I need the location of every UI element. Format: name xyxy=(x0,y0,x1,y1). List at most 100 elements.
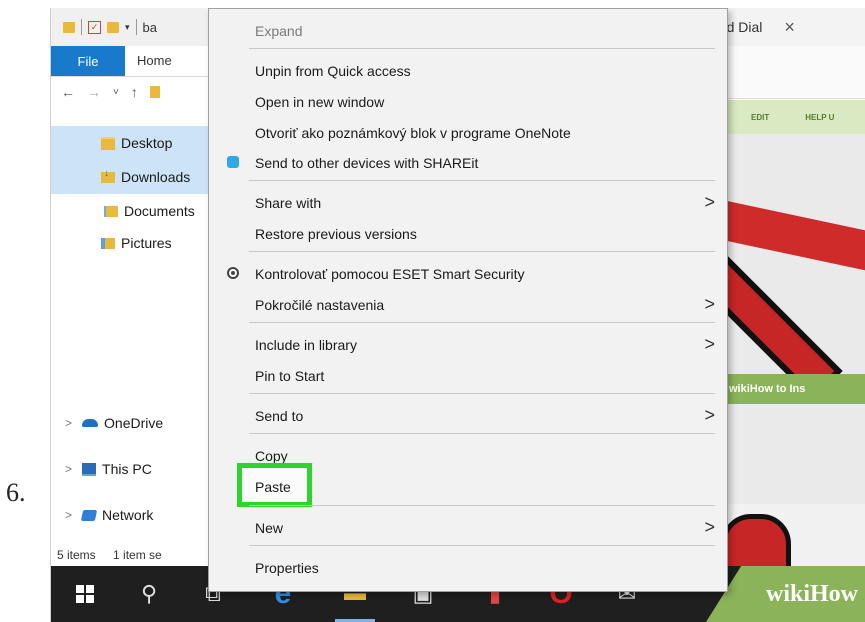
network-icon xyxy=(80,509,98,521)
wikihow-banner: wikiHow to Ins xyxy=(721,374,865,404)
menu-item-include-library[interactable]: Include in library > xyxy=(209,329,727,360)
eset-icon xyxy=(227,267,239,279)
chevron-right-icon: > xyxy=(704,517,715,537)
expand-chevron-icon[interactable]: > xyxy=(65,508,72,522)
nav-item-label: Network xyxy=(102,507,154,523)
folder-icon xyxy=(149,86,160,98)
menu-item-eset-scan[interactable]: Kontrolovať pomocou ESET Smart Security xyxy=(209,258,727,289)
menu-item-open-new-window[interactable]: Open in new window xyxy=(209,86,727,117)
nav-item-pictures[interactable]: Pictures xyxy=(51,226,221,260)
illustration-shape xyxy=(711,504,865,566)
menu-item-properties[interactable]: Properties xyxy=(209,552,727,583)
search-icon[interactable]: ⚲ xyxy=(129,566,169,622)
close-tab-icon[interactable]: × xyxy=(784,17,795,38)
selection-count: 1 item se xyxy=(113,548,162,562)
wikihow-logo: wikiHow xyxy=(706,566,865,622)
file-explorer-window: ✓ ▾ ba File Home ← → ˅ ↑ Desktop Downloa… xyxy=(51,8,221,566)
menu-separator xyxy=(249,180,715,181)
back-arrow-icon[interactable]: ← xyxy=(61,84,75,100)
menu-item-advanced-settings[interactable]: Pokročilé nastavenia > xyxy=(209,289,727,320)
browser-tab[interactable]: eed Dial × xyxy=(711,8,865,46)
computer-icon xyxy=(82,462,97,476)
menu-item-label: Send to xyxy=(255,407,304,424)
menu-separator xyxy=(249,251,715,252)
tab-file[interactable]: File xyxy=(51,46,125,76)
windows-logo-icon xyxy=(76,585,94,603)
menu-item-label: Share with xyxy=(255,194,322,211)
page-illustration: wikiHow to Ins xyxy=(711,134,865,566)
menu-item-share-with[interactable]: Share with > xyxy=(209,187,727,218)
status-bar: 5 items 1 item se xyxy=(51,548,221,566)
chevron-right-icon: > xyxy=(704,334,715,354)
nav-item-label: Pictures xyxy=(121,235,172,251)
menu-item-paste[interactable]: Paste xyxy=(209,471,727,502)
illustration-shape xyxy=(711,197,865,271)
menu-separator xyxy=(249,393,715,394)
navigation-pane: Desktop Downloads Documents Pictures > O… xyxy=(51,108,221,548)
nav-item-this-pc[interactable]: > This PC xyxy=(51,452,221,486)
desktop-screenshot: ✓ ▾ ba File Home ← → ˅ ↑ Desktop Downloa… xyxy=(50,8,865,622)
start-button[interactable] xyxy=(65,566,105,622)
menu-item-onenote[interactable]: Otvoriť ako poznámkový blok v programe O… xyxy=(209,117,727,148)
nav-item-label: OneDrive xyxy=(104,415,164,431)
menu-item-send-to[interactable]: Send to > xyxy=(209,400,727,431)
nav-item-onedrive[interactable]: > OneDrive xyxy=(51,406,221,440)
desktop-folder-icon xyxy=(101,136,115,150)
onedrive-cloud-icon xyxy=(82,419,99,427)
menu-separator xyxy=(249,545,715,546)
downloads-folder-icon xyxy=(101,168,115,183)
nav-item-desktop[interactable]: Desktop xyxy=(51,126,221,160)
menu-item-label: Include in library xyxy=(255,336,357,353)
step-number: 6. xyxy=(6,478,26,507)
nav-item-label: Desktop xyxy=(121,135,173,151)
menu-separator xyxy=(249,322,715,323)
chevron-right-icon: > xyxy=(704,405,715,425)
menu-item-expand[interactable]: Expand xyxy=(209,15,727,46)
shareit-icon xyxy=(227,156,239,168)
address-bar: ← → ˅ ↑ xyxy=(51,77,221,107)
nav-item-downloads[interactable]: Downloads xyxy=(51,160,221,194)
folder-icon[interactable] xyxy=(63,21,75,33)
forward-arrow-icon[interactable]: → xyxy=(87,84,101,100)
window-title: ba xyxy=(142,19,157,35)
new-folder-icon[interactable] xyxy=(107,21,119,33)
toolbar-divider xyxy=(135,19,137,35)
nav-item-documents[interactable]: Documents xyxy=(51,194,221,228)
menu-separator xyxy=(249,433,715,434)
nav-item-label: This PC xyxy=(102,461,152,477)
menu-item-unpin[interactable]: Unpin from Quick access xyxy=(209,55,727,86)
browser-window: eed Dial × EDIT HELP U wikiHow to Ins xyxy=(711,8,865,566)
nav-item-label: Downloads xyxy=(121,169,191,185)
properties-check-icon[interactable]: ✓ xyxy=(88,20,101,34)
chevron-right-icon: > xyxy=(704,192,715,212)
site-menu-help[interactable]: HELP U xyxy=(805,113,834,122)
recent-dropdown-icon[interactable]: ˅ xyxy=(113,87,119,98)
menu-item-label: Pokročilé nastavenia xyxy=(255,296,385,313)
menu-item-pin-start[interactable]: Pin to Start xyxy=(209,360,727,391)
browser-address-area[interactable] xyxy=(711,46,865,99)
expand-chevron-icon[interactable]: > xyxy=(65,462,72,476)
site-menu-bar: EDIT HELP U xyxy=(711,100,865,134)
menu-item-shareit[interactable]: Send to other devices with SHAREit xyxy=(209,147,727,178)
menu-item-new[interactable]: New > xyxy=(209,512,727,543)
chevron-right-icon: > xyxy=(704,294,715,314)
menu-separator xyxy=(249,48,715,49)
toolbar-divider xyxy=(81,19,82,35)
menu-item-label: Kontrolovať pomocou ESET Smart Security xyxy=(255,265,525,282)
menu-item-label: Send to other devices with SHAREit xyxy=(255,154,479,171)
menu-item-restore-versions[interactable]: Restore previous versions xyxy=(209,218,727,249)
ribbon-tabs: File Home xyxy=(51,46,221,77)
pictures-folder-icon xyxy=(101,237,115,249)
nav-item-label: Documents xyxy=(124,203,195,219)
nav-item-network[interactable]: > Network xyxy=(51,498,221,532)
menu-separator xyxy=(249,505,715,506)
site-menu-edit[interactable]: EDIT xyxy=(751,113,769,122)
up-arrow-icon[interactable]: ↑ xyxy=(131,84,138,100)
menu-item-label: New xyxy=(255,519,284,536)
documents-folder-icon xyxy=(101,205,118,217)
customize-dropdown-icon[interactable]: ▾ xyxy=(125,22,130,33)
item-count: 5 items xyxy=(57,548,96,562)
tab-home[interactable]: Home xyxy=(137,46,172,76)
expand-chevron-icon[interactable]: > xyxy=(65,416,72,430)
quick-access-toolbar: ✓ ▾ ba xyxy=(51,8,221,46)
